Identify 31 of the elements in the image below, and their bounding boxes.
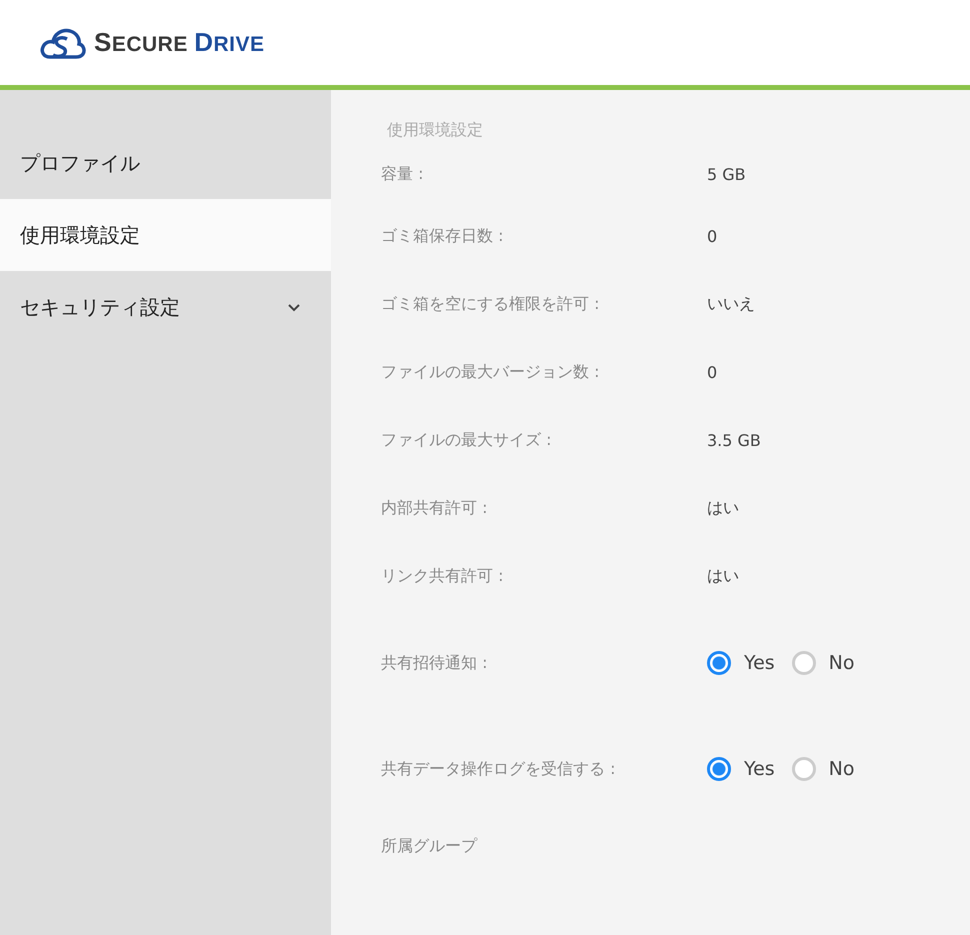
field-value: 0 xyxy=(707,226,718,246)
field-label: 内部共有許可 : xyxy=(381,498,488,518)
radio-button[interactable] xyxy=(792,757,816,781)
radio-button[interactable] xyxy=(707,651,731,675)
field-label: 共有データ操作ログを受信する : xyxy=(381,758,616,780)
field-label: ゴミ箱保存日数 : xyxy=(381,226,504,246)
chevron-down-icon[interactable] xyxy=(287,302,301,312)
radio-label[interactable]: No xyxy=(828,652,855,674)
radio-button[interactable] xyxy=(792,651,816,675)
field-label: 共有招待通知 : xyxy=(381,652,488,674)
radio-label[interactable]: No xyxy=(828,758,855,780)
radio-label[interactable]: Yes xyxy=(744,652,775,674)
field-label: ファイルの最大サイズ : xyxy=(381,430,552,450)
field-value: 0 xyxy=(707,362,718,382)
section-title: 使用環境設定 xyxy=(387,120,484,141)
field-label: ファイルの最大バージョン数 : xyxy=(381,362,600,382)
field-value: いいえ xyxy=(707,294,755,314)
field-label: 容量 : xyxy=(381,164,424,184)
sidebar-item[interactable]: セキュリティ設定 xyxy=(0,271,331,343)
field-label: ゴミ箱を空にする権限を許可 : xyxy=(381,294,600,314)
radio-button[interactable] xyxy=(707,757,731,781)
sidebar-item[interactable]: プロファイル xyxy=(0,127,331,199)
logo-text: SECURE DRIVE xyxy=(94,27,264,58)
field-value: はい xyxy=(707,566,739,586)
field-value: 5 GB xyxy=(707,164,746,184)
radio-label[interactable]: Yes xyxy=(744,758,775,780)
sidebar-item[interactable]: 使用環境設定 xyxy=(0,199,331,271)
field-value: はい xyxy=(707,498,739,518)
field-value: 3.5 GB xyxy=(707,430,761,450)
section-heading: 所属グループ xyxy=(381,836,478,857)
field-label: リンク共有許可 : xyxy=(381,566,504,586)
